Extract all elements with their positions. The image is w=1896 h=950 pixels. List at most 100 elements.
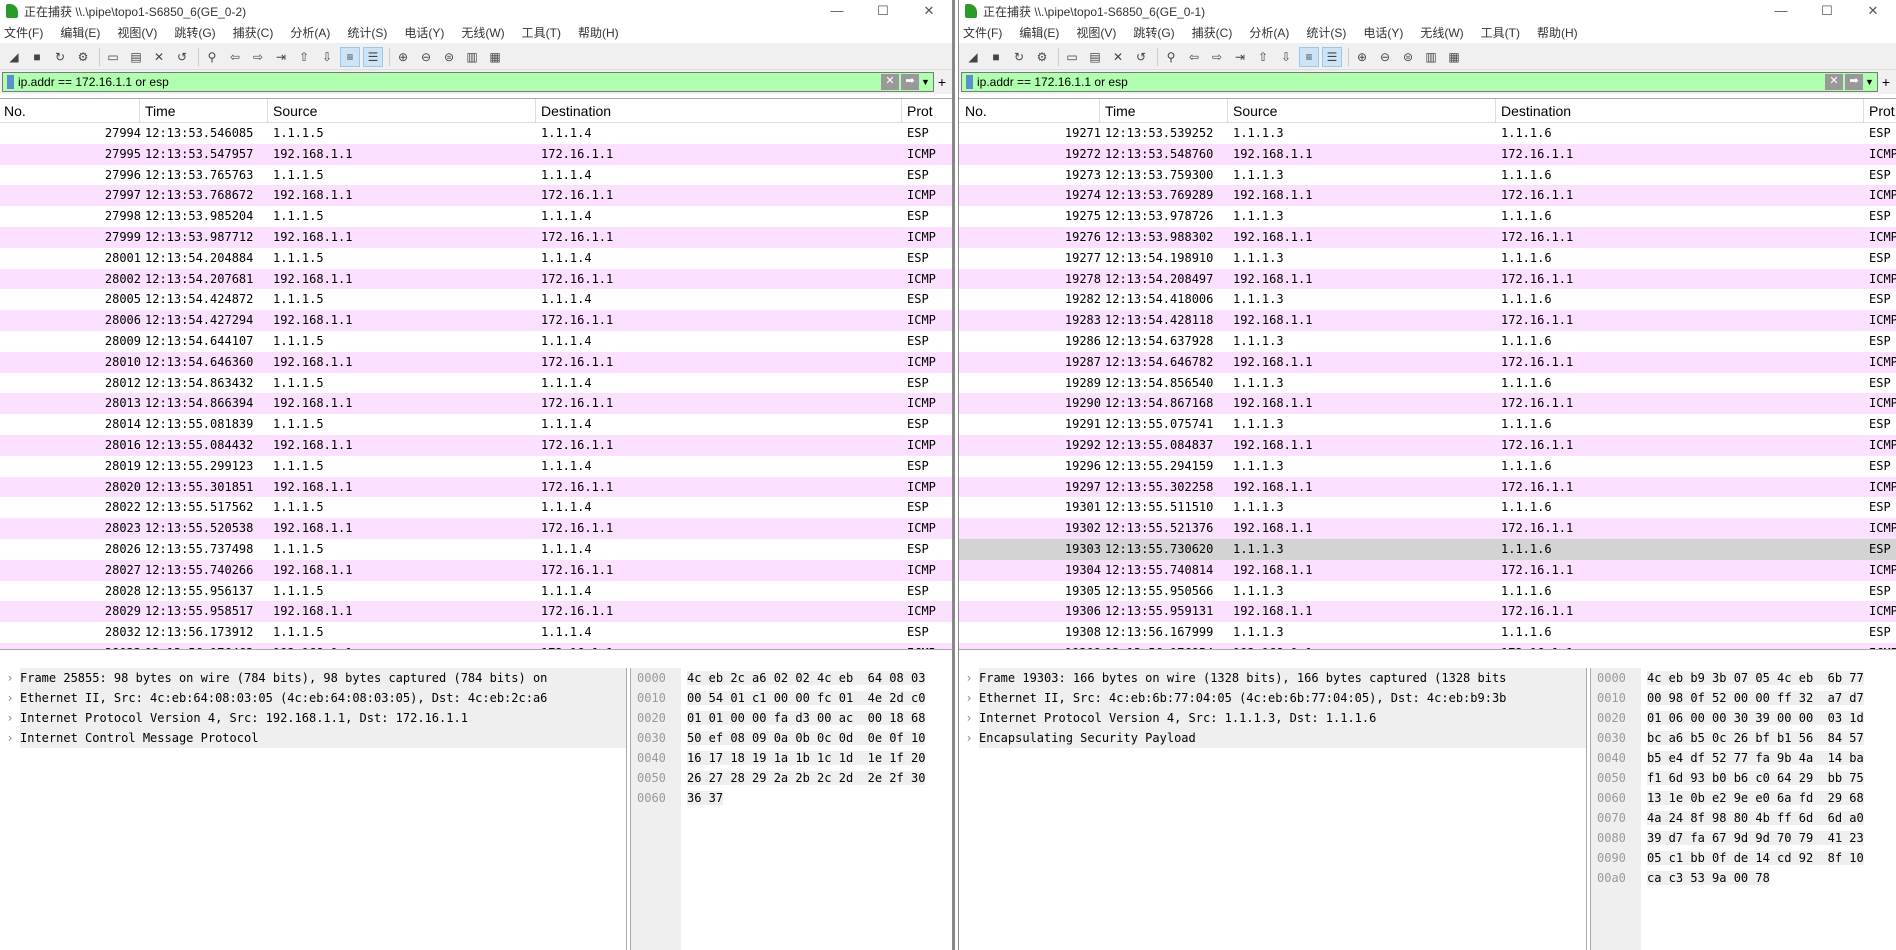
packet-row[interactable]: 28033 12:13:56.176463 192.168.1.1 172.16.1.… xyxy=(0,642,952,649)
hex-line[interactable]: 4a 24 8f 98 80 4b ff 6d 6d a0 xyxy=(1647,811,1864,825)
column-header-no[interactable]: No. xyxy=(965,103,987,119)
menu-item[interactable]: 分析(A) xyxy=(290,24,330,41)
menu-item[interactable]: 无线(W) xyxy=(461,24,504,41)
minimize-icon[interactable]: — xyxy=(1758,3,1804,19)
packet-row[interactable]: 28013 12:13:54.866394 192.168.1.1 172.16.1.… xyxy=(0,393,952,415)
menu-item[interactable]: 视图(V) xyxy=(1076,24,1116,41)
packet-row[interactable]: 19277 12:13:54.198910 1.1.1.3 1.1.1.6 ESP xyxy=(959,248,1896,269)
menu-item[interactable]: 捕获(C) xyxy=(1192,24,1233,41)
packet-row[interactable]: 28002 12:13:54.207681 192.168.1.1 172.16.1.… xyxy=(0,268,952,290)
back-icon[interactable]: ⇦ xyxy=(225,47,245,67)
forward-icon[interactable]: ⇨ xyxy=(248,47,268,67)
packet-row[interactable]: 19276 12:13:53.988302 192.168.1.1 172.16.1.… xyxy=(959,226,1896,248)
options-icon[interactable]: ⚙ xyxy=(73,47,93,67)
packet-row[interactable]: 19287 12:13:54.646782 192.168.1.1 172.16.1.… xyxy=(959,351,1896,373)
column-header-prot[interactable]: Prot xyxy=(907,103,933,119)
open-icon[interactable]: ▭ xyxy=(1062,47,1082,67)
column-header-no[interactable]: No. xyxy=(4,103,26,119)
packet-row[interactable]: 19308 12:13:56.167999 1.1.1.3 1.1.1.6 ESP xyxy=(959,622,1896,643)
last-packet-icon[interactable]: ⇩ xyxy=(317,47,337,67)
add-filter-button-icon[interactable]: + xyxy=(934,74,950,90)
zoom-normal-icon[interactable]: ⊜ xyxy=(1398,47,1418,67)
colorize-icon[interactable]: ☰ xyxy=(363,46,383,67)
expand-chevron-icon[interactable]: › xyxy=(959,688,979,708)
column-divider[interactable] xyxy=(267,99,268,123)
resize-columns-icon[interactable]: ▥ xyxy=(462,47,482,67)
packet-row[interactable]: 19292 12:13:55.084837 192.168.1.1 172.16.1.… xyxy=(959,434,1896,456)
restart-icon[interactable]: ↻ xyxy=(50,47,70,67)
menu-item[interactable]: 跳转(G) xyxy=(174,24,215,41)
packet-row[interactable]: 19273 12:13:53.759300 1.1.1.3 1.1.1.6 ESP xyxy=(959,165,1896,186)
menu-item[interactable]: 帮助(H) xyxy=(578,24,619,41)
menu-item[interactable]: 统计(S) xyxy=(347,24,387,41)
reload-icon[interactable]: ↺ xyxy=(1131,47,1151,67)
add-filter-button-icon[interactable]: + xyxy=(1878,74,1894,90)
column-header-time[interactable]: Time xyxy=(145,103,176,119)
first-packet-icon[interactable]: ⇧ xyxy=(1253,47,1273,67)
hex-line[interactable]: 01 01 00 00 fa d3 00 ac 00 18 68 xyxy=(687,711,926,725)
tree-item[interactable]: › Internet Protocol Version 4, Src: 192.1… xyxy=(0,708,626,728)
packet-row[interactable]: 28022 12:13:55.517562 1.1.1.5 1.1.1.4 ESP xyxy=(0,497,952,518)
shark-fin-start-icon[interactable]: ◢ xyxy=(963,47,983,67)
hex-line[interactable]: 00 54 01 c1 00 00 fc 01 4e 2d c0 xyxy=(687,691,926,705)
apply-filter-icon[interactable]: ➡ xyxy=(1845,74,1863,90)
hex-line[interactable]: 26 27 28 29 2a 2b 2c 2d 2e 2f 30 xyxy=(687,771,926,785)
hex-line[interactable]: 36 37 xyxy=(687,791,724,805)
hex-line[interactable]: 16 17 18 19 1a 1b 1c 1d 1e 1f 20 xyxy=(687,751,926,765)
clear-filter-icon[interactable]: ✕ xyxy=(881,74,899,90)
packet-row[interactable]: 19306 12:13:55.959131 192.168.1.1 172.16.1.… xyxy=(959,601,1896,623)
column-header-destination[interactable]: Destination xyxy=(541,103,611,119)
packet-row[interactable]: 28028 12:13:55.956137 1.1.1.5 1.1.1.4 ESP xyxy=(0,581,952,602)
hex-line[interactable]: f1 6d 93 b0 b6 c0 64 29 bb 75 xyxy=(1647,771,1864,785)
menu-item[interactable]: 编辑(E) xyxy=(1019,24,1059,41)
expand-chevron-icon[interactable]: › xyxy=(959,668,979,688)
maximize-icon[interactable]: ☐ xyxy=(860,3,906,19)
back-icon[interactable]: ⇦ xyxy=(1184,47,1204,67)
column-divider[interactable] xyxy=(1227,99,1228,123)
packet-row[interactable]: 28020 12:13:55.301851 192.168.1.1 172.16.1.… xyxy=(0,476,952,498)
expand-chevron-icon[interactable]: › xyxy=(959,708,979,728)
zoom-in-icon[interactable]: ⊕ xyxy=(393,47,413,67)
save-icon[interactable]: ▤ xyxy=(1085,47,1105,67)
packet-row[interactable]: 28029 12:13:55.958517 192.168.1.1 172.16.1.… xyxy=(0,601,952,623)
find-icon[interactable]: ⚲ xyxy=(202,47,222,67)
packet-row[interactable]: 19304 12:13:55.740814 192.168.1.1 172.16.1.… xyxy=(959,559,1896,581)
packet-row[interactable]: 19301 12:13:55.511510 1.1.1.3 1.1.1.6 ESP xyxy=(959,497,1896,518)
packet-row[interactable]: 19297 12:13:55.302258 192.168.1.1 172.16.1.… xyxy=(959,476,1896,498)
autoscroll-icon[interactable]: ≡ xyxy=(1299,46,1319,67)
expand-chevron-icon[interactable]: › xyxy=(0,688,20,708)
display-filter-input[interactable]: ip.addr == 172.16.1.1 or esp ✕ ➡ ▼ xyxy=(961,72,1878,92)
packet-row[interactable]: 19278 12:13:54.208497 192.168.1.1 172.16.1.… xyxy=(959,268,1896,290)
packet-row[interactable]: 27999 12:13:53.987712 192.168.1.1 172.16.1.… xyxy=(0,226,952,248)
restart-icon[interactable]: ↻ xyxy=(1009,47,1029,67)
hex-line[interactable]: 4c eb 2c a6 02 02 4c eb 64 08 03 xyxy=(687,671,926,685)
packet-row[interactable]: 27996 12:13:53.765763 1.1.1.5 1.1.1.4 ESP xyxy=(0,165,952,186)
tree-item[interactable]: › Frame 19303: 166 bytes on wire (1328 bi… xyxy=(959,668,1586,688)
packet-row[interactable]: 27995 12:13:53.547957 192.168.1.1 172.16.1.… xyxy=(0,143,952,165)
menu-item[interactable]: 分析(A) xyxy=(1249,24,1289,41)
packet-row[interactable]: 19283 12:13:54.428118 192.168.1.1 172.16.1.… xyxy=(959,310,1896,331)
hex-line[interactable]: 05 c1 bb 0f de 14 cd 92 8f 10 xyxy=(1647,851,1864,865)
filter-history-dropdown-icon[interactable]: ▼ xyxy=(1865,77,1877,87)
filter-history-dropdown-icon[interactable]: ▼ xyxy=(921,77,933,87)
tree-item[interactable]: › Ethernet II, Src: 4c:eb:64:08:03:05 (4c… xyxy=(0,688,626,708)
close-icon[interactable]: ✕ xyxy=(906,3,952,19)
maximize-icon[interactable]: ☐ xyxy=(1804,3,1850,19)
hex-line[interactable]: ca c3 53 9a 00 78 xyxy=(1647,871,1770,885)
reload-icon[interactable]: ↺ xyxy=(172,47,192,67)
packet-row[interactable]: 19286 12:13:54.637928 1.1.1.3 1.1.1.6 ESP xyxy=(959,331,1896,352)
menu-item[interactable]: 帮助(H) xyxy=(1537,24,1578,41)
shark-fin-start-icon[interactable]: ◢ xyxy=(4,47,24,67)
packet-row[interactable]: 19296 12:13:55.294159 1.1.1.3 1.1.1.6 ESP xyxy=(959,456,1896,477)
packet-row[interactable]: 19289 12:13:54.856540 1.1.1.3 1.1.1.6 ESP xyxy=(959,373,1896,394)
first-packet-icon[interactable]: ⇧ xyxy=(294,47,314,67)
last-packet-icon[interactable]: ⇩ xyxy=(1276,47,1296,67)
packet-row[interactable]: 28006 12:13:54.427294 192.168.1.1 172.16.1.… xyxy=(0,310,952,331)
hex-line[interactable]: 39 d7 fa 67 9d 9d 70 79 41 23 xyxy=(1647,831,1864,845)
menu-item[interactable]: 电话(Y) xyxy=(404,24,444,41)
stop-icon[interactable]: ■ xyxy=(27,47,47,67)
expand-chevron-icon[interactable]: › xyxy=(0,708,20,728)
bookmark-icon[interactable] xyxy=(966,75,973,89)
column-header-time[interactable]: Time xyxy=(1105,103,1136,119)
clear-filter-icon[interactable]: ✕ xyxy=(1825,74,1843,90)
